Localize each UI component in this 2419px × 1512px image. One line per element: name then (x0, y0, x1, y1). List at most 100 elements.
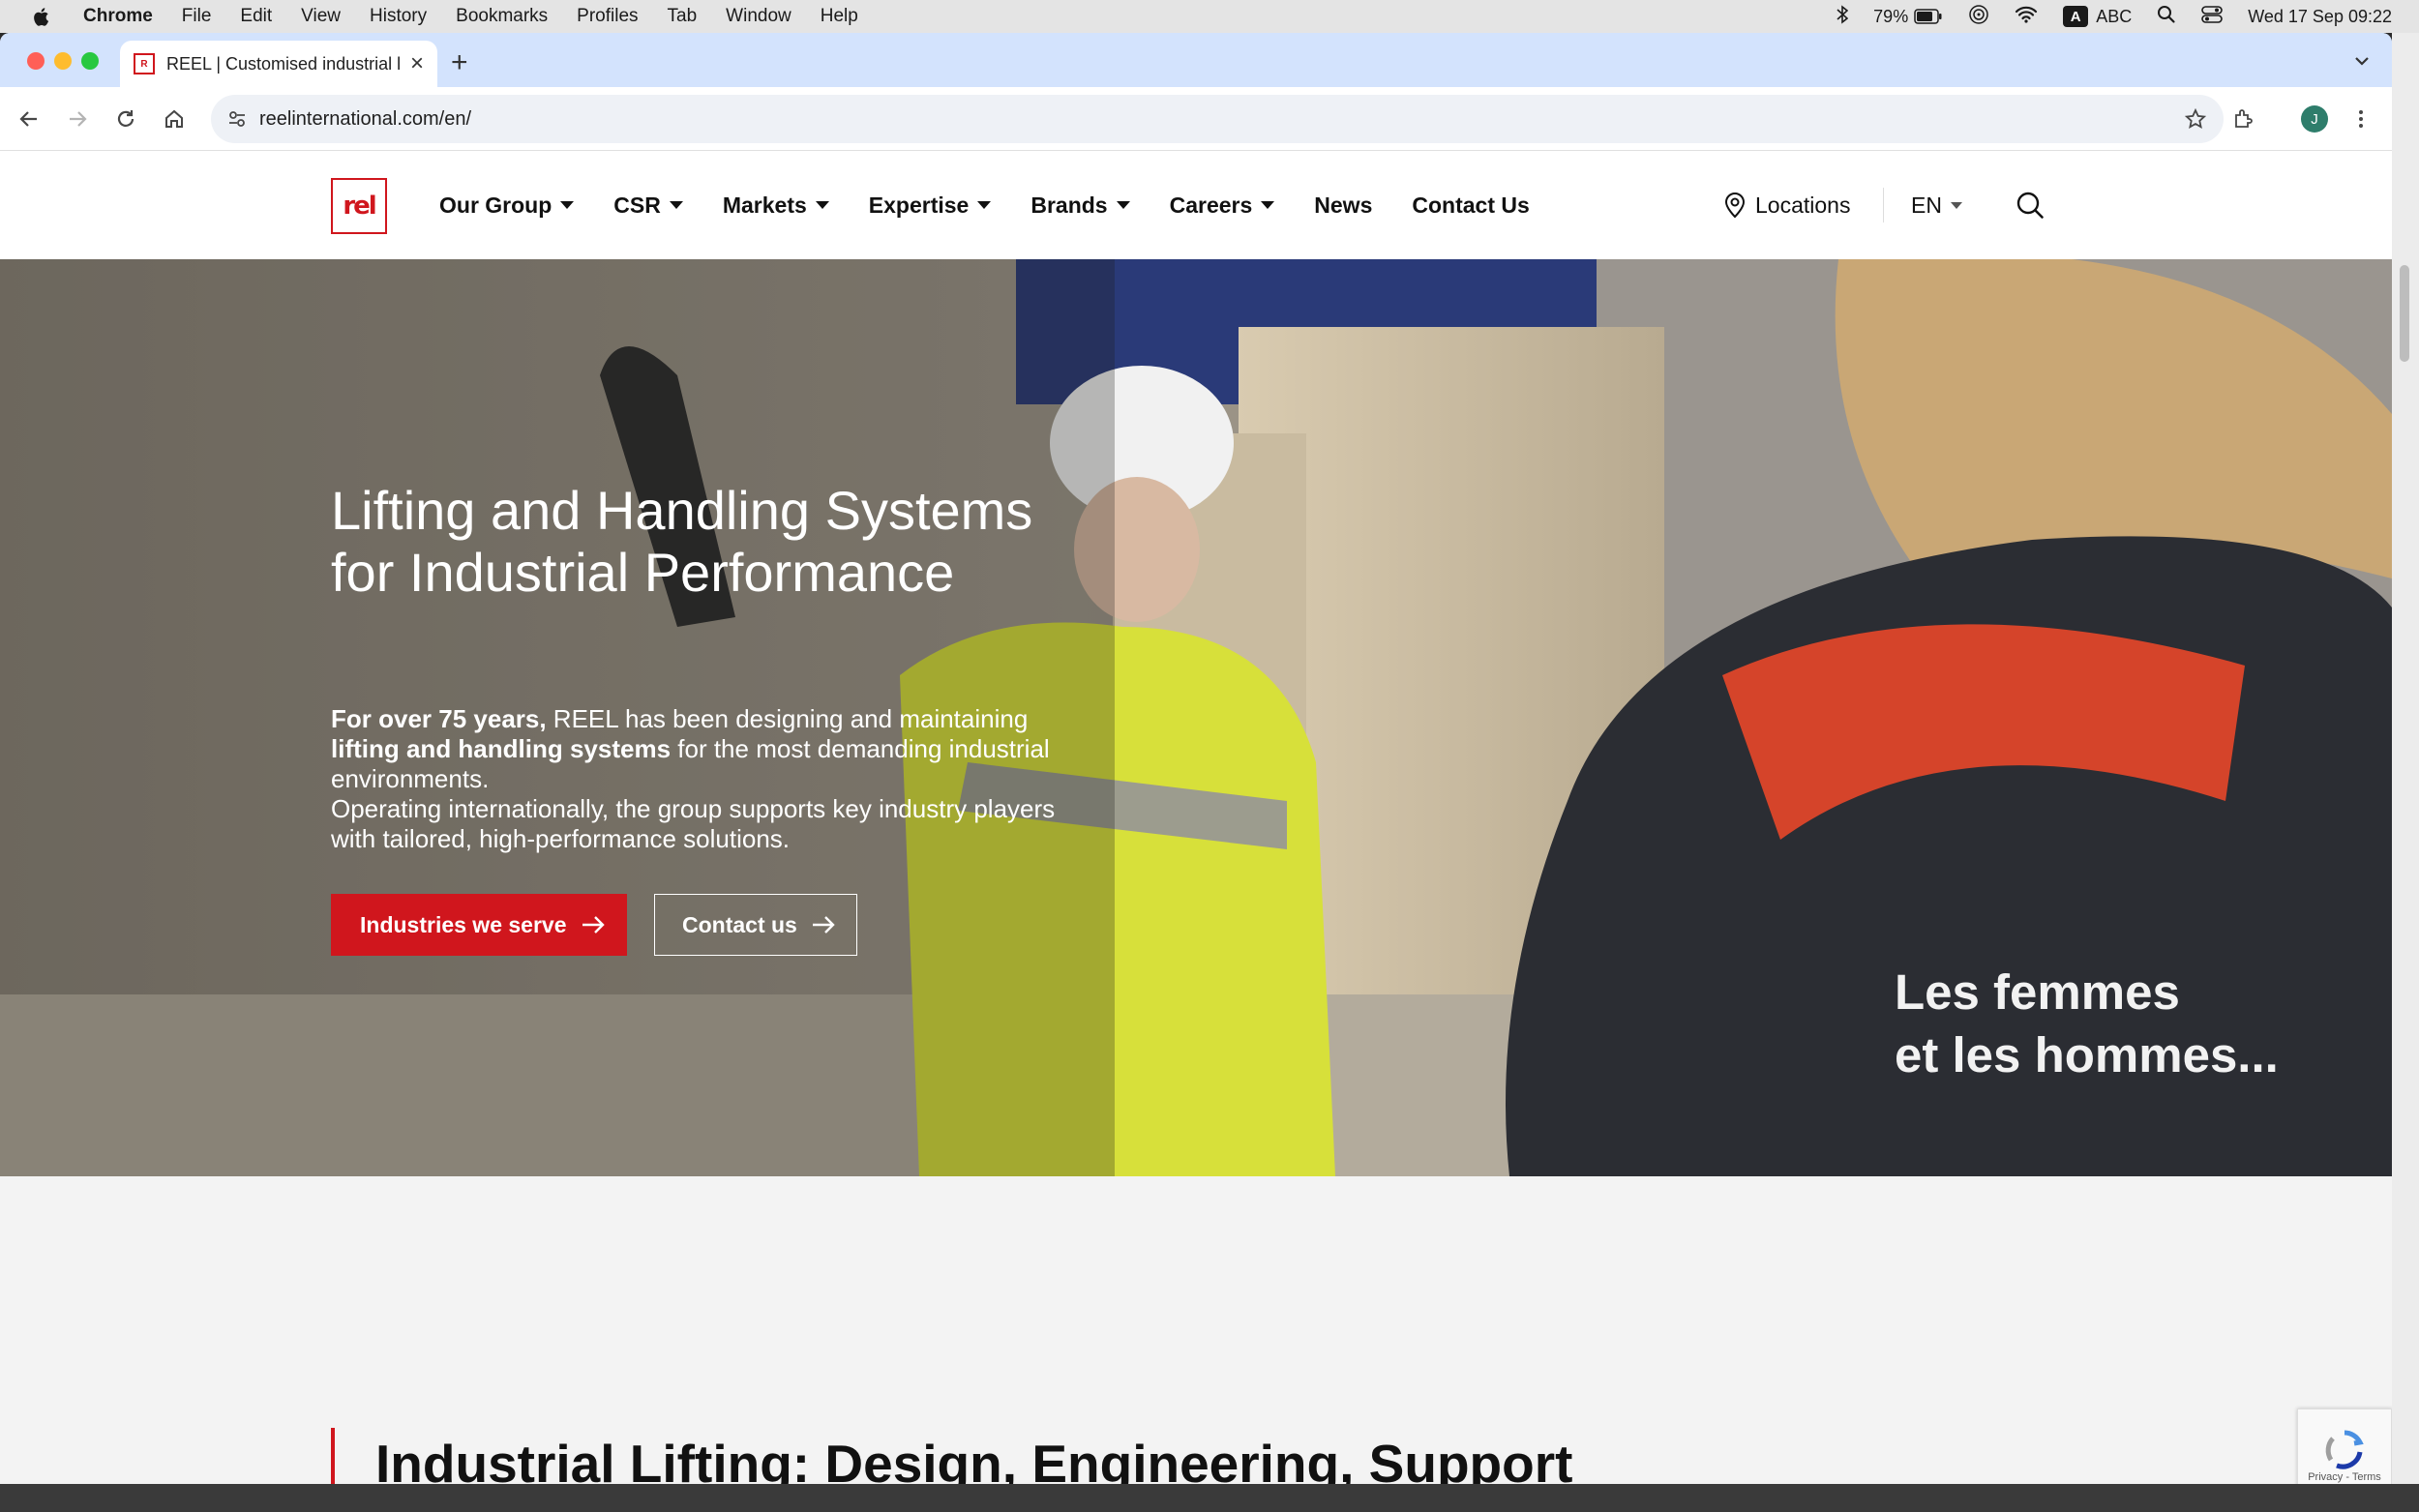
menu-bookmarks[interactable]: Bookmarks (456, 6, 548, 27)
menu-history[interactable]: History (370, 6, 427, 27)
extensions-icon[interactable] (2224, 100, 2262, 138)
arrow-right-icon (581, 915, 606, 934)
hero-section: Lifting and Handling Systems for Industr… (0, 259, 2392, 1176)
zoom-window-button[interactable] (81, 52, 99, 70)
tab-search-chevron-icon[interactable] (2347, 46, 2376, 75)
control-center-icon[interactable] (2201, 5, 2224, 29)
battery-percent: 79% (1873, 6, 1909, 26)
tab-strip: R REEL | Customised industrial l × + (0, 33, 2392, 87)
desktop-bottom-edge (0, 1484, 2419, 1512)
bluetooth-icon[interactable] (1837, 4, 1849, 29)
button-label: Contact us (682, 911, 797, 937)
video-subtitle-line-2: et les hommes... (1895, 1027, 2279, 1082)
profile-avatar[interactable]: J (2301, 105, 2328, 133)
header-divider (1883, 188, 1884, 222)
nav-csr[interactable]: CSR (613, 193, 683, 219)
nav-careers[interactable]: Careers (1170, 193, 1275, 219)
recaptcha-icon (2325, 1430, 2364, 1469)
nav-label: Careers (1169, 192, 1253, 218)
new-tab-icon[interactable]: + (451, 46, 468, 79)
recaptcha-links[interactable]: Privacy - Terms (2308, 1471, 2381, 1483)
locations-link[interactable]: Locations (1724, 151, 1850, 259)
video-subtitle: Les femmes et les hommes... (1895, 961, 2279, 1086)
chrome-menu-icon[interactable] (2342, 100, 2380, 138)
scrollbar-thumb[interactable] (2400, 265, 2409, 362)
address-url[interactable]: reelinternational.com/en/ (259, 108, 471, 131)
tab-close-icon[interactable]: × (410, 50, 424, 77)
recaptcha-badge[interactable]: Privacy - Terms (2297, 1408, 2392, 1484)
nav-news[interactable]: News (1314, 193, 1372, 219)
nav-expertise[interactable]: Expertise (869, 193, 992, 219)
home-icon[interactable] (155, 100, 194, 138)
tab-title: REEL | Customised industrial l (166, 53, 402, 74)
hero-title: Lifting and Handling Systems for Industr… (331, 480, 1033, 603)
apple-icon[interactable] (23, 0, 58, 33)
address-bar[interactable]: reelinternational.com/en/ (211, 95, 2224, 143)
site-header: rel Our Group CSR Markets Expertise Bran… (0, 151, 2392, 259)
video-subtitle-line-1: Les femmes (1895, 964, 2180, 1020)
hero-text-bold-1: For over 75 years, (331, 704, 547, 733)
caret-down-icon (1261, 201, 1275, 209)
nav-contact-us[interactable]: Contact Us (1412, 193, 1529, 219)
site-info-icon[interactable] (223, 104, 252, 133)
menu-window[interactable]: Window (726, 6, 791, 27)
browser-window: R REEL | Customised industrial l × + ree… (0, 33, 2392, 1484)
close-window-button[interactable] (27, 52, 45, 70)
language-selector[interactable]: EN (1911, 151, 1962, 259)
nav-label: Expertise (868, 192, 970, 218)
bookmark-star-icon[interactable] (2181, 104, 2210, 133)
location-pin-icon (1724, 193, 1746, 219)
button-label: Industries we serve (360, 911, 567, 937)
forward-arrow-icon[interactable] (58, 100, 97, 138)
macos-menu-bar: Chrome File Edit View History Bookmarks … (0, 0, 2419, 33)
nav-our-group[interactable]: Our Group (439, 192, 575, 219)
menu-clock[interactable]: Wed 17 Sep 09:22 (2248, 7, 2392, 27)
airdrop-icon[interactable] (1968, 4, 1989, 30)
reel-logo[interactable]: rel (331, 178, 387, 234)
caret-down-icon (815, 201, 829, 209)
page-scrollbar[interactable] (2392, 33, 2419, 1484)
language-label: EN (1911, 192, 1942, 218)
nav-brands[interactable]: Brands (1030, 192, 1130, 219)
hero-text-line-2: Operating internationally, the group sup… (331, 794, 1056, 853)
caret-down-icon (1116, 201, 1130, 209)
section-title: Industrial Lifting: Design, Engineering,… (375, 1434, 1573, 1484)
menu-help[interactable]: Help (821, 6, 858, 27)
menu-view[interactable]: View (301, 6, 341, 27)
browser-tab[interactable]: R REEL | Customised industrial l × (120, 41, 437, 87)
search-icon[interactable] (2013, 188, 2047, 222)
menu-tab[interactable]: Tab (668, 6, 698, 27)
wifi-icon[interactable] (2015, 6, 2038, 28)
browser-toolbar: reelinternational.com/en/ J (0, 87, 2392, 151)
reel-favicon-icon: R (134, 53, 155, 74)
menu-profiles[interactable]: Profiles (577, 6, 638, 27)
battery-status[interactable]: 79% (1873, 7, 1943, 27)
minimize-window-button[interactable] (54, 52, 72, 70)
nav-label: Markets (722, 192, 807, 218)
hero-text-bold-2: lifting and handling systems (331, 734, 672, 763)
menu-app-name[interactable]: Chrome (83, 6, 153, 27)
locations-label: Locations (1755, 192, 1851, 218)
section-accent-bar (331, 1428, 335, 1484)
input-source[interactable]: A ABC (2063, 6, 2132, 27)
industries-we-serve-button[interactable]: Industries we serve (331, 894, 627, 956)
menu-edit[interactable]: Edit (240, 6, 272, 27)
menu-file[interactable]: File (182, 6, 212, 27)
back-arrow-icon[interactable] (10, 100, 48, 138)
reload-icon[interactable] (106, 100, 145, 138)
caret-down-icon (977, 201, 992, 209)
spotlight-icon[interactable] (2157, 5, 2176, 29)
arrow-right-icon (811, 915, 836, 934)
hero-description: For over 75 years, REEL has been designi… (331, 704, 1066, 854)
caret-down-icon (1950, 201, 1962, 209)
input-source-label: ABC (2096, 6, 2133, 26)
nav-label: CSR (613, 192, 661, 218)
caret-down-icon (560, 201, 575, 209)
nav-markets[interactable]: Markets (723, 193, 829, 219)
contact-us-button[interactable]: Contact us (654, 894, 857, 956)
main-navigation: Our Group CSR Markets Expertise Brands C… (439, 151, 1569, 259)
nav-label: Brands (1030, 192, 1108, 218)
battery-icon (1914, 9, 1942, 24)
caret-down-icon (669, 201, 683, 209)
nav-label: Our Group (439, 192, 552, 218)
